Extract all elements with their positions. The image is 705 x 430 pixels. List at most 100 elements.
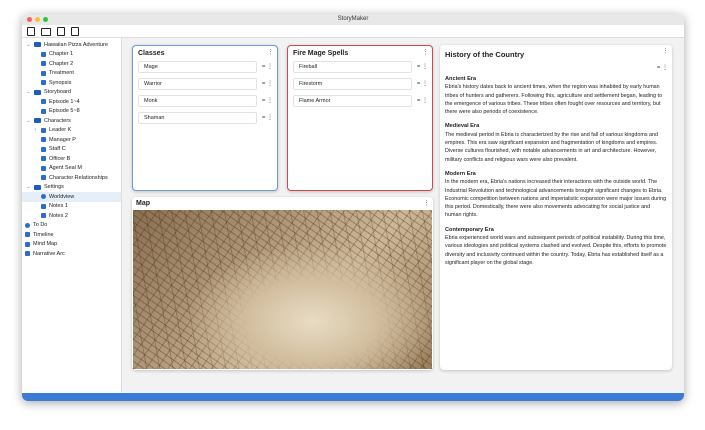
save-icon[interactable] — [57, 27, 65, 36]
chevron-icon[interactable]: › — [33, 127, 38, 133]
sidebar-item[interactable]: Treatment — [22, 69, 121, 79]
person-icon — [41, 127, 46, 133]
sidebar-item-label: Agent Seal M — [49, 165, 83, 172]
status-bar — [22, 393, 684, 401]
maximize-button[interactable] — [43, 17, 48, 22]
sidebar-item-label: Storyboard — [44, 89, 71, 96]
document-icon — [41, 80, 46, 86]
drag-handle-icon[interactable]: = ⋮ — [417, 79, 428, 90]
export-icon[interactable] — [71, 27, 79, 36]
section-heading: Modern Era — [445, 170, 476, 177]
sidebar-item[interactable]: Notes 2 — [22, 211, 121, 221]
graph-icon — [41, 175, 46, 181]
sidebar-item[interactable]: To Do — [22, 221, 121, 231]
folder-icon — [34, 42, 41, 48]
chevron-icon[interactable]: ⌄ — [26, 118, 31, 124]
sidebar-item-label: Episode 1~4 — [49, 98, 80, 105]
main-area: Classes ⋮ Mage = ⋮ Warrior = ⋮ Monk = ⋮ Shaman… — [122, 38, 684, 393]
sidebar-item[interactable]: › Leader K — [22, 126, 121, 136]
list-item[interactable]: Warrior = ⋮ — [138, 78, 273, 90]
sidebar-item-label: To Do — [33, 222, 48, 229]
list-item-label: Mage — [144, 64, 158, 70]
toolbar — [22, 25, 684, 38]
person-icon — [41, 165, 46, 171]
chevron-icon[interactable]: ⌄ — [26, 89, 31, 95]
open-folder-icon[interactable] — [41, 28, 51, 36]
timeline-icon — [25, 232, 30, 238]
drag-handle-icon[interactable]: = ⋮ — [262, 62, 273, 73]
list-item[interactable]: Fireball = ⋮ — [293, 61, 428, 73]
person-icon — [41, 137, 46, 143]
history-section: Modern Era In the modern era, Ebria's nat… — [445, 170, 667, 220]
history-section: Contemporary Era Ebria experienced world … — [445, 226, 667, 267]
card-title: Fire Mage Spells — [293, 50, 349, 57]
chevron-icon[interactable]: ⌄ — [26, 184, 31, 190]
sidebar-item-label: Chapter 1 — [49, 51, 74, 58]
chevron-icon[interactable]: ⌄ — [26, 42, 31, 48]
section-text: Ebria's history dates back to ancient ti… — [445, 84, 662, 116]
section-text: The medieval period in Ebria is characte… — [445, 131, 659, 163]
person-icon — [41, 156, 46, 162]
person-icon — [41, 146, 46, 152]
mindmap-icon — [25, 241, 30, 247]
folder-icon — [34, 89, 41, 95]
sidebar-item[interactable]: Staff C — [22, 145, 121, 155]
drag-handle-icon[interactable]: = ⋮ — [417, 96, 428, 107]
close-button[interactable] — [27, 17, 32, 22]
spells-card: Fire Mage Spells ⋮ Fireball = ⋮ Firestorm =… — [287, 45, 433, 191]
image-icon — [41, 108, 46, 114]
sidebar-item-label: Staff C — [49, 146, 66, 153]
text-controls[interactable]: = ⋮ — [440, 64, 672, 71]
sidebar-item[interactable]: Notes 1 — [22, 202, 121, 212]
new-file-icon[interactable] — [27, 27, 35, 36]
check-circle-icon — [25, 222, 30, 228]
list-item[interactable]: Shaman = ⋮ — [138, 112, 273, 124]
sidebar-item[interactable]: Synopsis — [22, 78, 121, 88]
list-item[interactable]: Monk = ⋮ — [138, 95, 273, 107]
sidebar-item[interactable]: ⌄ Settings — [22, 183, 121, 193]
sidebar-item[interactable]: Timeline — [22, 230, 121, 240]
list-item[interactable]: Mage = ⋮ — [138, 61, 273, 73]
sidebar-item-label: Leader K — [49, 127, 72, 134]
list-item-label: Warrior — [144, 81, 162, 87]
sidebar-item-label: Treatment — [49, 70, 74, 77]
sidebar-item-label: Worldview — [49, 193, 75, 200]
section-text: Ebria experienced world wars and subsequ… — [445, 235, 667, 266]
sidebar-item[interactable]: ⌄ Hawaiian Pizza Adventure — [22, 40, 121, 50]
sidebar-item[interactable]: Mind Map — [22, 240, 121, 250]
more-icon[interactable]: ⋮ — [267, 48, 274, 56]
sidebar-item[interactable]: Character Relationships — [22, 173, 121, 183]
sidebar-item[interactable]: Manager P — [22, 135, 121, 145]
sidebar-item-label: Hawaiian Pizza Adventure — [44, 41, 108, 48]
sidebar-item[interactable]: Worldview — [22, 192, 121, 202]
more-icon[interactable]: ⋮ — [662, 47, 669, 55]
sidebar-item[interactable]: Episode 5~8 — [22, 107, 121, 117]
list-item[interactable]: Flame Armor = ⋮ — [293, 95, 428, 107]
sidebar-item-label: Officer B — [49, 155, 71, 162]
more-icon[interactable]: ⋮ — [422, 48, 429, 56]
sidebar-item[interactable]: ⌄ Characters — [22, 116, 121, 126]
drag-handle-icon[interactable]: = ⋮ — [417, 62, 428, 73]
sidebar-item[interactable]: Chapter 2 — [22, 59, 121, 69]
sidebar-item[interactable]: Agent Seal M — [22, 164, 121, 174]
window-title: StoryMaker — [337, 16, 369, 22]
more-icon[interactable]: ⋮ — [423, 199, 430, 207]
folder-icon — [34, 118, 41, 124]
list-item[interactable]: Firestorm = ⋮ — [293, 78, 428, 90]
drag-handle-icon[interactable]: = ⋮ — [262, 96, 273, 107]
folder-icon — [34, 184, 41, 190]
sidebar-item[interactable]: Narrative Arc — [22, 249, 121, 259]
drag-handle-icon[interactable]: = ⋮ — [262, 113, 273, 124]
sidebar-item[interactable]: Officer B — [22, 154, 121, 164]
drag-handle-icon[interactable]: = ⋮ — [262, 79, 273, 90]
map-card: Map ⋮ — [132, 197, 433, 370]
app-window: StoryMaker ⌄ Hawaiian Pizza Adventure Chap… — [22, 14, 684, 401]
classes-card: Classes ⋮ Mage = ⋮ Warrior = ⋮ Monk = ⋮ Shaman… — [132, 45, 278, 191]
sidebar-item[interactable]: Episode 1~4 — [22, 97, 121, 107]
sidebar-item[interactable]: ⌄ Storyboard — [22, 88, 121, 98]
section-heading: Ancient Era — [445, 76, 477, 82]
section-heading: Contemporary Era — [445, 226, 494, 233]
minimize-button[interactable] — [35, 17, 40, 22]
sidebar-item-label: Mind Map — [33, 241, 58, 248]
sidebar-item[interactable]: Chapter 1 — [22, 50, 121, 60]
